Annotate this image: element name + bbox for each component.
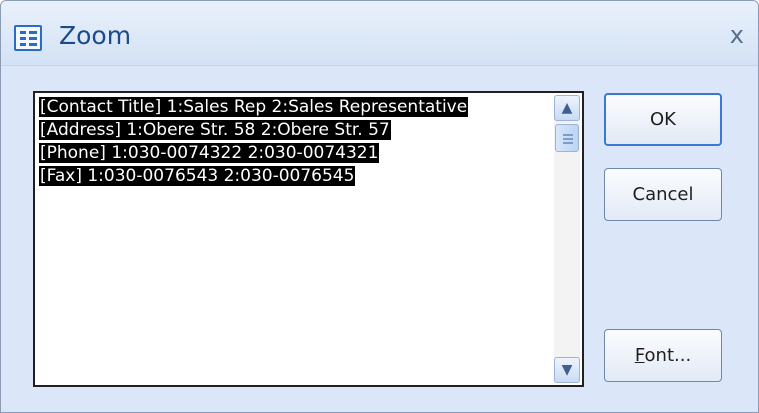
close-icon[interactable]: x bbox=[730, 21, 744, 49]
chevron-down-icon: ▼ bbox=[561, 362, 573, 378]
scroll-up-button[interactable]: ▲ bbox=[554, 95, 580, 121]
text-line: [Contact Title] 1:Sales Rep 2:Sales Repr… bbox=[39, 96, 469, 119]
selected-text: [Address] 1:Obere Str. 58 2:Obere Str. 5… bbox=[39, 120, 391, 140]
vertical-scrollbar[interactable]: ▲ ▼ bbox=[554, 95, 580, 383]
scroll-down-button[interactable]: ▼ bbox=[554, 357, 580, 383]
title-bar[interactable]: Zoom x bbox=[1, 1, 758, 65]
zoom-text-area[interactable]: [Contact Title] 1:Sales Rep 2:Sales Repr… bbox=[33, 91, 584, 387]
font-accesskey: F bbox=[634, 345, 645, 366]
selected-text: [Phone] 1:030-0074322 2:030-0074321 bbox=[39, 143, 380, 163]
text-line: [Phone] 1:030-0074322 2:030-0074321 bbox=[39, 142, 468, 165]
scroll-thumb[interactable] bbox=[555, 124, 579, 152]
window-title: Zoom bbox=[59, 21, 132, 50]
chevron-up-icon: ▲ bbox=[561, 100, 573, 116]
selected-text: [Fax] 1:030-0076543 2:030-0076545 bbox=[39, 166, 356, 186]
form-icon bbox=[14, 25, 42, 51]
font-label: ont... bbox=[644, 345, 692, 366]
zoom-dialog: Zoom x [Contact Title] 1:Sales Rep 2:Sal… bbox=[0, 0, 759, 413]
cancel-button[interactable]: Cancel bbox=[604, 168, 722, 221]
ok-button[interactable]: OK bbox=[604, 93, 722, 146]
text-content[interactable]: [Contact Title] 1:Sales Rep 2:Sales Repr… bbox=[39, 96, 469, 188]
text-line: [Fax] 1:030-0076543 2:030-0076545 bbox=[39, 165, 468, 188]
font-button[interactable]: Font... bbox=[604, 329, 722, 382]
selected-text: [Contact Title] 1:Sales Rep 2:Sales Repr… bbox=[39, 97, 469, 117]
text-line: [Address] 1:Obere Str. 58 2:Obere Str. 5… bbox=[39, 119, 468, 142]
